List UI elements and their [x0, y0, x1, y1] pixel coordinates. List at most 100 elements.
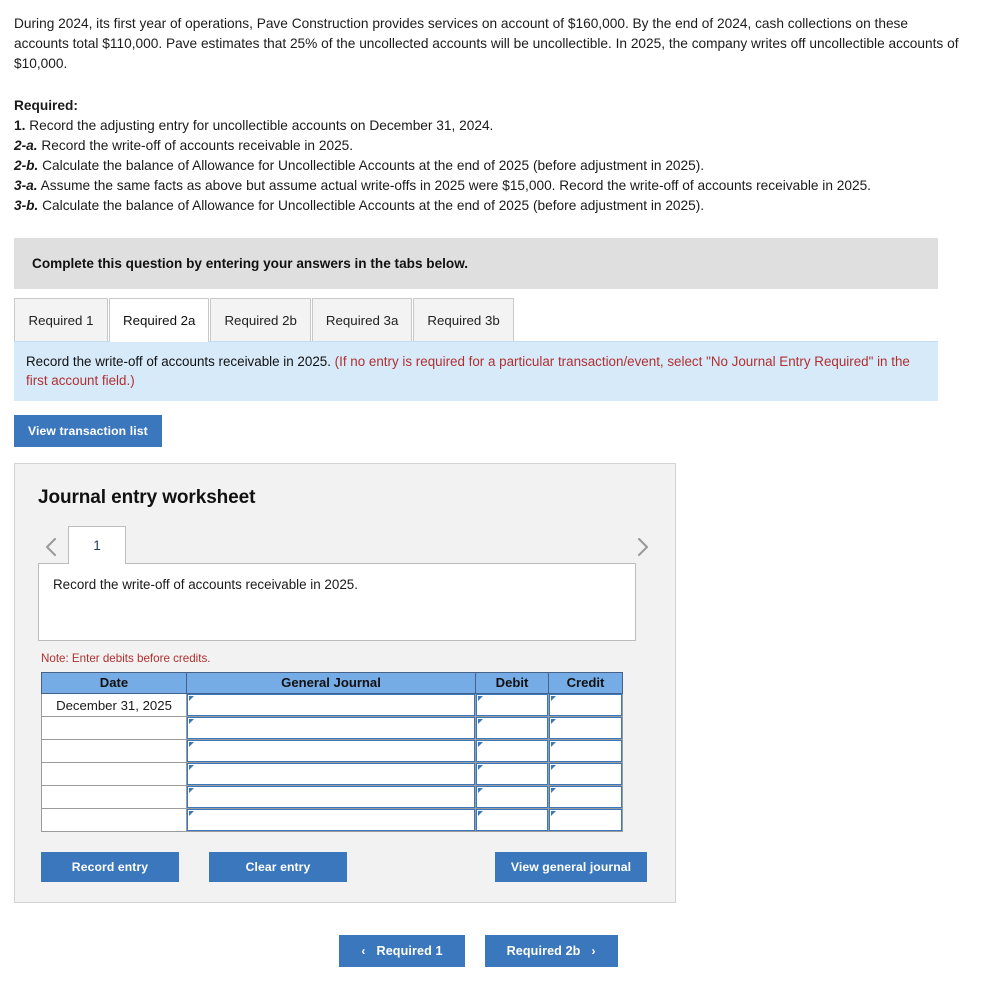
journal-entry-table: Date General Journal Debit Credit Decemb…	[41, 672, 623, 833]
cell-debit-1	[475, 693, 549, 718]
required-section: Required: 1. Record the adjusting entry …	[14, 96, 964, 217]
debit-input-6[interactable]	[476, 809, 548, 832]
next-requirement-label: Required 2b	[506, 944, 581, 959]
tab-required-1[interactable]: Required 1	[14, 298, 108, 342]
table-row: December 31, 2025	[41, 693, 623, 718]
complete-question-banner: Complete this question by entering your …	[14, 238, 938, 290]
required-item-2b: 2-b. Calculate the balance of Allowance …	[14, 156, 964, 176]
column-header-date: Date	[41, 672, 187, 695]
cell-credit-4	[548, 762, 623, 787]
debit-input-4[interactable]	[476, 763, 548, 786]
credit-input-1[interactable]	[549, 694, 622, 717]
cell-debit-2	[475, 716, 549, 741]
table-row	[41, 762, 623, 787]
credit-input-5[interactable]	[549, 786, 622, 809]
required-item-1-label: 1.	[14, 117, 26, 133]
required-item-3a-text: Assume the same facts as above but assum…	[40, 178, 871, 194]
prev-requirement-label: Required 1	[376, 944, 443, 959]
debit-input-5[interactable]	[476, 786, 548, 809]
column-header-general-journal: General Journal	[186, 672, 476, 695]
cell-credit-6	[548, 808, 623, 833]
tab-required-3b[interactable]: Required 3b	[413, 298, 514, 342]
requirement-prompt: Record the write-off of accounts receiva…	[26, 354, 331, 370]
chevron-left-icon: ‹	[361, 944, 366, 959]
cell-date-3	[41, 739, 187, 764]
column-header-credit: Credit	[548, 672, 623, 695]
general-journal-input-1[interactable]	[187, 694, 475, 717]
required-item-3b-text: Calculate the balance of Allowance for U…	[42, 198, 705, 214]
general-journal-input-5[interactable]	[187, 786, 475, 809]
chevron-right-icon: ›	[591, 944, 596, 959]
table-row	[41, 808, 623, 833]
worksheet-pager: 1	[38, 526, 655, 566]
prev-requirement-button[interactable]: ‹ Required 1	[339, 935, 465, 968]
debit-input-2[interactable]	[476, 717, 548, 740]
required-item-2a-label: 2-a.	[14, 137, 38, 153]
cell-date-6	[41, 808, 187, 833]
cell-debit-4	[475, 762, 549, 787]
required-item-1: 1. Record the adjusting entry for uncoll…	[14, 116, 964, 136]
required-item-1-text: Record the adjusting entry for uncollect…	[29, 117, 494, 133]
tab-required-3a[interactable]: Required 3a	[311, 298, 413, 342]
view-general-journal-button[interactable]: View general journal	[495, 852, 647, 883]
general-journal-input-4[interactable]	[187, 763, 475, 786]
tab-required-2b[interactable]: Required 2b	[210, 298, 311, 342]
general-journal-input-6[interactable]	[187, 809, 475, 832]
cell-debit-6	[475, 808, 549, 833]
cell-credit-3	[548, 739, 623, 764]
required-heading: Required:	[14, 97, 78, 113]
requirement-tabbar: Required 1 Required 2a Required 2b Requi…	[14, 297, 983, 343]
general-journal-input-3[interactable]	[187, 740, 475, 763]
question-page: During 2024, its first year of operation…	[0, 0, 999, 968]
journal-table-header-row: Date General Journal Debit Credit	[41, 672, 623, 695]
worksheet-page-tab-1[interactable]: 1	[68, 526, 126, 566]
required-item-3b-label: 3-b.	[14, 198, 39, 214]
journal-entry-worksheet-panel: Journal entry worksheet 1 Record the wri…	[14, 463, 676, 904]
credit-input-4[interactable]	[549, 763, 622, 786]
credit-input-6[interactable]	[549, 809, 622, 832]
cell-general-journal-2	[186, 716, 476, 741]
requirement-instruction-strip: Record the write-off of accounts receiva…	[14, 341, 938, 402]
table-row	[41, 785, 623, 810]
cell-debit-3	[475, 739, 549, 764]
problem-paragraph: During 2024, its first year of operation…	[14, 16, 959, 71]
tab-required-2a[interactable]: Required 2a	[109, 298, 210, 343]
clear-entry-button[interactable]: Clear entry	[209, 852, 347, 883]
credit-input-3[interactable]	[549, 740, 622, 763]
cell-general-journal-3	[186, 739, 476, 764]
cell-general-journal-1	[186, 693, 476, 718]
cell-date-2	[41, 716, 187, 741]
cell-credit-2	[548, 716, 623, 741]
worksheet-action-bar: Record entry Clear entry View general jo…	[41, 852, 655, 883]
debits-before-credits-note: Note: Enter debits before credits.	[41, 652, 211, 666]
required-item-2a-text: Record the write-off of accounts receiva…	[41, 137, 354, 153]
credit-input-2[interactable]	[549, 717, 622, 740]
required-item-2a: 2-a. Record the write-off of accounts re…	[14, 136, 964, 156]
debit-input-3[interactable]	[476, 740, 548, 763]
required-item-3a-label: 3-a.	[14, 178, 38, 194]
chevron-right-icon[interactable]	[629, 530, 655, 564]
cell-date-1: December 31, 2025	[41, 693, 187, 718]
view-transaction-list-button[interactable]: View transaction list	[14, 415, 162, 448]
cell-date-4	[41, 762, 187, 787]
general-journal-input-2[interactable]	[187, 717, 475, 740]
cell-general-journal-5	[186, 785, 476, 810]
required-item-2b-label: 2-b.	[14, 158, 39, 173]
cell-credit-1	[548, 693, 623, 718]
worksheet-title: Journal entry worksheet	[38, 487, 256, 509]
table-row	[41, 716, 623, 741]
record-entry-button[interactable]: Record entry	[41, 852, 179, 883]
required-item-3b: 3-b. Calculate the balance of Allowance …	[14, 196, 964, 216]
next-requirement-button[interactable]: Required 2b ›	[484, 935, 618, 968]
cell-date-5	[41, 785, 187, 810]
table-row	[41, 739, 623, 764]
chevron-left-icon[interactable]	[38, 530, 64, 564]
cell-credit-5	[548, 785, 623, 810]
required-item-2b-text: Calculate the balance of Allowance for U…	[42, 158, 705, 173]
required-item-3a: 3-a. Assume the same facts as above but …	[14, 176, 964, 196]
cell-debit-5	[475, 785, 549, 810]
bottom-navigation: ‹ Required 1 Required 2b ›	[14, 935, 943, 968]
column-header-debit: Debit	[475, 672, 549, 695]
cell-general-journal-6	[186, 808, 476, 833]
debit-input-1[interactable]	[476, 694, 548, 717]
